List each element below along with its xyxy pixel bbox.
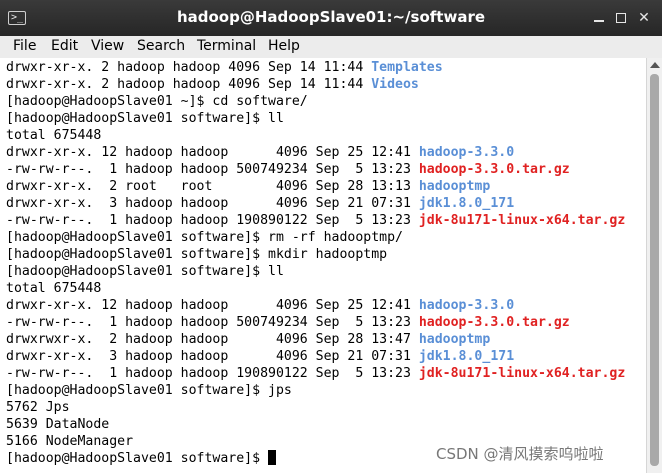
vertical-scrollbar[interactable] [646, 58, 662, 473]
close-icon[interactable]: ✕ [637, 11, 651, 25]
terminal-line: drwxr-xr-x. 2 root root 4096 Sep 28 13:1… [6, 178, 490, 195]
menu-edit[interactable]: Edit [51, 37, 78, 55]
terminal-text: [hadoop@HadoopSlave01 software]$ [6, 451, 269, 466]
title-bar[interactable]: >_ hadoop@HadoopSlave01:~/software ✕ [0, 0, 662, 37]
terminal-line: total 675448 [6, 280, 101, 297]
terminal-line: [hadoop@HadoopSlave01 software]$ rm -rf … [6, 229, 403, 246]
terminal-line: 5166 NodeManager [6, 433, 133, 450]
terminal-text: 5166 NodeManager [6, 434, 134, 449]
terminal-line: total 675448 [6, 127, 101, 144]
watermark: CSDN @清风摸索呜啦啦 [436, 445, 604, 463]
terminal-line: [hadoop@HadoopSlave01 software]$ [6, 450, 277, 467]
terminal-line: -rw-rw-r--. 1 hadoop hadoop 500749234 Se… [6, 314, 570, 331]
terminal-output[interactable]: drwxr-xr-x. 2 hadoop hadoop 4096 Sep 14 … [0, 58, 646, 473]
terminal-text: [hadoop@HadoopSlave01 software]$ jps [6, 383, 292, 398]
terminal-text: 5639 DataNode [6, 417, 110, 432]
terminal-text: [hadoop@HadoopSlave01 software]$ ll [6, 111, 284, 126]
terminal-text: drwxr-xr-x. 2 root root 4096 Sep 28 13:1… [6, 179, 419, 194]
directory-name: hadooptmp [418, 332, 491, 347]
text-cursor [268, 450, 277, 465]
menu-help[interactable]: Help [268, 37, 300, 55]
terminal-line: 5639 DataNode [6, 416, 109, 433]
terminal-text: total 675448 [6, 281, 102, 296]
terminal-text: drwxr-xr-x. 3 hadoop hadoop 4096 Sep 21 … [6, 349, 419, 364]
terminal-line: [hadoop@HadoopSlave01 software]$ mkdir h… [6, 246, 387, 263]
directory-name: hadoop-3.3.0 [418, 145, 515, 160]
terminal-text: [hadoop@HadoopSlave01 ~]$ cd software/ [6, 94, 308, 109]
terminal-text: total 675448 [6, 128, 102, 143]
terminal-line: drwxr-xr-x. 3 hadoop hadoop 4096 Sep 21 … [6, 348, 514, 365]
archive-file-name: jdk-8u171-linux-x64.tar.gz [418, 366, 626, 381]
terminal-line: [hadoop@HadoopSlave01 software]$ ll [6, 110, 284, 127]
archive-file-name: hadoop-3.3.0.tar.gz [418, 162, 570, 177]
terminal-line: drwxr-xr-x. 12 hadoop hadoop 4096 Sep 25… [6, 144, 514, 161]
directory-name: Videos [371, 77, 419, 92]
menu-bar: File Edit View Search Terminal Help [0, 36, 662, 59]
terminal-text: 5762 Jps [6, 400, 70, 415]
directory-name: hadooptmp [418, 179, 491, 194]
terminal-text: drwxr-xr-x. 3 hadoop hadoop 4096 Sep 21 … [6, 196, 419, 211]
terminal-text: drwxrwxr-x. 2 hadoop hadoop 4096 Sep 28 … [6, 332, 419, 347]
menu-file[interactable]: File [13, 37, 36, 55]
directory-name: Templates [371, 60, 443, 75]
directory-name: jdk1.8.0_171 [418, 196, 515, 211]
terminal-text: -rw-rw-r--. 1 hadoop hadoop 190890122 Se… [6, 366, 419, 381]
window-title: hadoop@HadoopSlave01:~/software [176, 8, 486, 26]
terminal-text: [hadoop@HadoopSlave01 software]$ rm -rf … [6, 230, 403, 245]
terminal-line: drwxr-xr-x. 2 hadoop hadoop 4096 Sep 14 … [6, 76, 419, 93]
minimize-icon[interactable] [592, 11, 606, 25]
terminal-line: -rw-rw-r--. 1 hadoop hadoop 190890122 Se… [6, 212, 625, 229]
terminal-text: -rw-rw-r--. 1 hadoop hadoop 500749234 Se… [6, 162, 419, 177]
archive-file-name: hadoop-3.3.0.tar.gz [418, 315, 570, 330]
menu-search[interactable]: Search [137, 37, 185, 55]
menu-terminal[interactable]: Terminal [197, 37, 256, 55]
directory-name: hadoop-3.3.0 [418, 298, 515, 313]
terminal-line: drwxr-xr-x. 3 hadoop hadoop 4096 Sep 21 … [6, 195, 514, 212]
terminal-line: -rw-rw-r--. 1 hadoop hadoop 500749234 Se… [6, 161, 570, 178]
terminal-text: drwxr-xr-x. 12 hadoop hadoop 4096 Sep 25… [6, 298, 419, 313]
terminal-line: -rw-rw-r--. 1 hadoop hadoop 190890122 Se… [6, 365, 625, 382]
terminal-text: -rw-rw-r--. 1 hadoop hadoop 190890122 Se… [6, 213, 419, 228]
terminal-text: drwxr-xr-x. 2 hadoop hadoop 4096 Sep 14 … [6, 60, 372, 75]
terminal-line: drwxrwxr-x. 2 hadoop hadoop 4096 Sep 28 … [6, 331, 490, 348]
terminal-line: 5762 Jps [6, 399, 70, 416]
terminal-text: [hadoop@HadoopSlave01 software]$ mkdir h… [6, 247, 388, 262]
maximize-icon[interactable] [614, 11, 628, 25]
directory-name: jdk1.8.0_171 [418, 349, 515, 364]
terminal-line: drwxr-xr-x. 2 hadoop hadoop 4096 Sep 14 … [6, 59, 443, 76]
arrow-up-icon[interactable] [650, 62, 660, 68]
terminal-line: [hadoop@HadoopSlave01 software]$ jps [6, 382, 292, 399]
terminal-line: [hadoop@HadoopSlave01 ~]$ cd software/ [6, 93, 308, 110]
menu-view[interactable]: View [91, 37, 124, 55]
terminal-line: [hadoop@HadoopSlave01 software]$ ll [6, 263, 284, 280]
scrollbar-thumb[interactable] [650, 74, 659, 466]
terminal-line: drwxr-xr-x. 12 hadoop hadoop 4096 Sep 25… [6, 297, 514, 314]
terminal-text: [hadoop@HadoopSlave01 software]$ ll [6, 264, 284, 279]
terminal-text: drwxr-xr-x. 2 hadoop hadoop 4096 Sep 14 … [6, 77, 372, 92]
archive-file-name: jdk-8u171-linux-x64.tar.gz [418, 213, 626, 228]
terminal-text: drwxr-xr-x. 12 hadoop hadoop 4096 Sep 25… [6, 145, 419, 160]
terminal-text: -rw-rw-r--. 1 hadoop hadoop 500749234 Se… [6, 315, 419, 330]
